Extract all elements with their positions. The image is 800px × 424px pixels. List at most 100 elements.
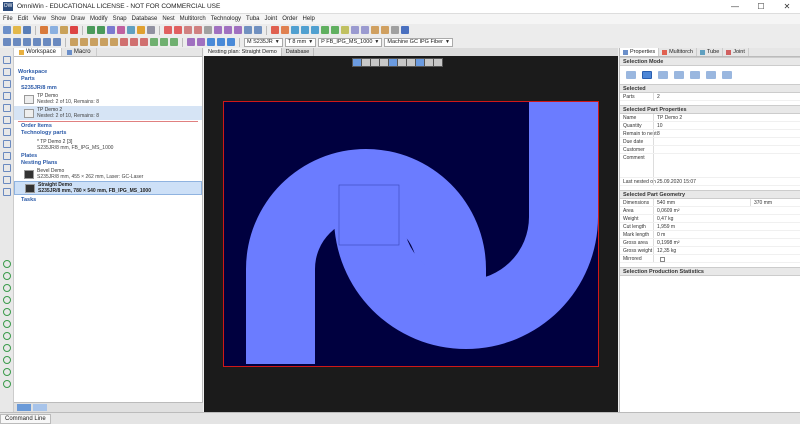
snap-intersection-icon[interactable] [3, 320, 11, 328]
polyline-icon[interactable] [53, 38, 61, 46]
cut-path-icon[interactable] [291, 26, 299, 34]
menu-nest[interactable]: Nest [162, 16, 174, 22]
tree-nesting-plans[interactable]: Nesting Plans [14, 160, 202, 167]
undo-icon[interactable] [87, 26, 95, 34]
menu-edit[interactable]: Edit [18, 16, 28, 22]
view-options-icon[interactable] [434, 59, 442, 66]
zoom-tool-icon[interactable] [3, 68, 11, 76]
list-view-icon[interactable] [17, 404, 31, 411]
mirrored-checkbox[interactable] [660, 256, 665, 262]
snap-nearest-icon[interactable] [3, 356, 11, 364]
layer-icon[interactable] [117, 26, 125, 34]
view-reset-icon[interactable] [425, 59, 433, 66]
copy-icon[interactable] [50, 26, 58, 34]
zoom-out-icon[interactable] [174, 26, 182, 34]
maximize-button[interactable]: ☐ [748, 0, 774, 14]
part-item-tp-demo-2[interactable]: TP Demo 2 Nested: 2 of 10, Remains: 8 [14, 106, 202, 120]
properties-icon[interactable] [391, 26, 399, 34]
nc-output-icon[interactable] [331, 26, 339, 34]
material-select[interactable]: M S235JR ▼ [244, 37, 283, 47]
tree-plates[interactable]: Plates [14, 153, 202, 160]
nest-icon[interactable] [271, 26, 279, 34]
dimension-icon[interactable] [187, 38, 195, 46]
zoom-all-icon[interactable] [194, 26, 202, 34]
snap-endpoint-icon[interactable] [214, 26, 222, 34]
import-icon[interactable] [217, 38, 225, 46]
select-parts-icon[interactable] [626, 71, 636, 79]
tree-material[interactable]: S235JR/8 mm [14, 85, 202, 92]
snap-grid-icon[interactable] [3, 368, 11, 376]
arc-tool-icon[interactable] [3, 104, 11, 112]
label-icon[interactable] [351, 26, 359, 34]
grid-icon[interactable] [127, 26, 135, 34]
snap-center-icon[interactable] [3, 296, 11, 304]
view-shaded-icon[interactable] [398, 59, 406, 66]
view-fit-icon[interactable] [416, 59, 424, 66]
select-bridges-icon[interactable] [706, 71, 716, 79]
snap-point-icon[interactable] [3, 260, 11, 268]
extend-icon[interactable] [130, 38, 138, 46]
select-text-icon[interactable] [722, 71, 732, 79]
save-icon[interactable] [23, 26, 31, 34]
scale-icon[interactable] [100, 38, 108, 46]
trim-icon[interactable] [120, 38, 128, 46]
select-leadout-icon[interactable] [690, 71, 700, 79]
detail-view-icon[interactable] [33, 404, 47, 411]
close-button[interactable]: ✕ [774, 0, 800, 14]
machine-select[interactable]: Machine GC IPG Fiber ▼ [384, 37, 453, 47]
tab-macro[interactable]: Macro [62, 48, 97, 56]
thickness-select[interactable]: T 8 mm ▼ [284, 37, 317, 47]
line-tool-icon[interactable] [3, 92, 11, 100]
menu-show[interactable]: Show [51, 16, 66, 22]
menu-snap[interactable]: Snap [113, 16, 127, 22]
snap-perpendicular-icon[interactable] [3, 344, 11, 352]
measure-icon[interactable] [137, 26, 145, 34]
part-item-tp-demo[interactable]: TP Demo Nested: 2 of 10, Remains: 8 [14, 92, 202, 106]
redo-icon[interactable] [97, 26, 105, 34]
zoom-window-icon[interactable] [184, 26, 192, 34]
offset-icon[interactable] [150, 38, 158, 46]
tab-multitorch[interactable]: Multitorch [659, 48, 697, 56]
settings-icon[interactable] [147, 26, 155, 34]
tree-workspace[interactable]: Workspace [14, 69, 202, 76]
export-icon[interactable] [227, 38, 235, 46]
new-icon[interactable] [3, 26, 11, 34]
move-tool-icon[interactable] [3, 140, 11, 148]
arc-icon[interactable] [23, 38, 31, 46]
ortho-icon[interactable] [254, 26, 262, 34]
circle-tool-icon[interactable] [3, 116, 11, 124]
tree-order-items[interactable]: Order Items [14, 123, 202, 130]
part-name-field[interactable]: TP Demo 2 [653, 114, 800, 121]
snap-grid-icon[interactable] [244, 26, 252, 34]
selection-mode-header[interactable]: Selection Mode [620, 57, 800, 66]
explode-icon[interactable] [160, 38, 168, 46]
view-3d-icon[interactable] [353, 59, 361, 66]
menu-view[interactable]: View [33, 16, 46, 22]
snap-tangent-icon[interactable] [3, 332, 11, 340]
delete-icon[interactable] [70, 26, 78, 34]
snap-end-icon[interactable] [3, 272, 11, 280]
simulate-icon[interactable] [321, 26, 329, 34]
paste-icon[interactable] [60, 26, 68, 34]
select-contours-icon[interactable] [642, 71, 652, 79]
cut-icon[interactable] [40, 26, 48, 34]
view-wireframe-icon[interactable] [407, 59, 415, 66]
command-line-tab[interactable]: Command Line [0, 414, 51, 424]
menu-database[interactable]: Database [132, 16, 158, 22]
tab-properties[interactable]: Properties [620, 48, 660, 56]
select-leadin-icon[interactable] [674, 71, 684, 79]
minimize-button[interactable]: — [722, 0, 748, 14]
snap-midpoint-icon[interactable] [224, 26, 232, 34]
rotate-icon[interactable] [80, 38, 88, 46]
array-icon[interactable] [110, 38, 118, 46]
line-icon[interactable] [13, 38, 21, 46]
menu-joint[interactable]: Joint [265, 16, 278, 22]
tech-part-item[interactable]: * TP Demo 2 [3] S235JR/8 mm, FB_IPG_MS_10… [14, 137, 202, 153]
bridge-icon[interactable] [311, 26, 319, 34]
tab-tube[interactable]: Tube [697, 48, 724, 56]
part-properties-header[interactable]: Selected Part Properties [620, 105, 800, 114]
pan-tool-icon[interactable] [3, 80, 11, 88]
auto-nest-icon[interactable] [281, 26, 289, 34]
snap-mid-icon[interactable] [3, 284, 11, 292]
due-date-field[interactable] [653, 138, 800, 145]
